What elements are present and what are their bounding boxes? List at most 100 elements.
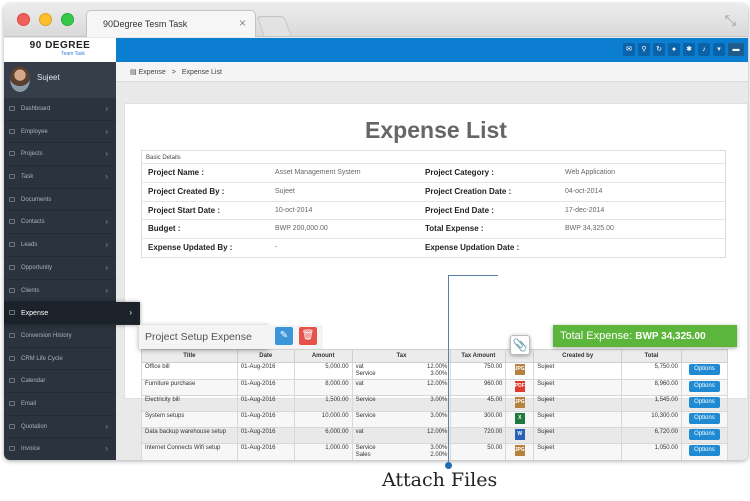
menu-item-icon [9, 264, 15, 270]
cell-date: 01-Aug-2016 [236, 362, 295, 380]
sidebar-item-quotation[interactable]: Quotation › [4, 416, 116, 439]
sidebar-item-crm-life-cycle[interactable]: CRM Life Cycle [4, 348, 116, 371]
minimize-window-button[interactable] [39, 13, 52, 26]
sidebar-item-task[interactable]: Task › [4, 166, 116, 189]
options-button[interactable]: Options [689, 413, 720, 424]
user-name: Sujeet [37, 73, 60, 82]
cell-title: Office bill [141, 362, 238, 380]
menu-item-icon [9, 151, 15, 157]
cell-tax-amount: 750.00 [450, 362, 507, 380]
sidebar-item-documents[interactable]: Documents [4, 189, 116, 212]
menu-item-icon [9, 310, 15, 316]
cell-created-by: Sujeet [533, 379, 623, 396]
jpg-file-icon[interactable]: JPG [514, 397, 525, 408]
detail-label: Project End Date : [425, 205, 494, 215]
sidebar-item-calendar[interactable]: Calendar [4, 370, 116, 393]
tax-percent: 12.00% [427, 381, 448, 387]
maximize-window-button[interactable] [61, 13, 74, 26]
options-button[interactable]: Options [689, 397, 720, 408]
mail-icon[interactable]: ✉ [623, 43, 635, 56]
tax-name: Service Sales [355, 445, 376, 458]
cell-amount: 5,000.00 [293, 362, 353, 380]
details-caption: Basic Details [146, 155, 181, 161]
table-row: Data backup warehouse setup 01-Aug-2016 6,… [141, 427, 729, 444]
total-expense-badge: Total Expense: BWP 34,325.00 [553, 325, 737, 347]
options-button[interactable]: Options [689, 445, 720, 456]
column-header: Tax Amount [450, 349, 507, 363]
top-bar: ✉ ⚲ ↻ ● ✱ ♪ ▾ ▬ [116, 38, 748, 62]
search-icon[interactable]: ⚲ [638, 43, 650, 56]
sidebar-item-label: Dashboard [21, 106, 51, 112]
breadcrumb-current: Expense List [181, 69, 222, 76]
tax-percent: 3.00% 2.00% [430, 445, 448, 458]
sidebar-item-employee[interactable]: Employee › [4, 121, 116, 144]
xls-file-icon[interactable]: X [514, 413, 525, 424]
dropdown-icon[interactable]: ▾ [713, 43, 725, 56]
cell-options: Options [680, 443, 729, 460]
sidebar-item-invoice[interactable]: Invoice › [4, 438, 116, 460]
detail-value: BWP 34,325.00 [565, 225, 614, 233]
sidebar-item-projects[interactable]: Projects › [4, 143, 116, 167]
location-icon[interactable]: ● [668, 43, 680, 56]
tax-percent: 12.00% 3.00% [427, 364, 448, 377]
delete-button[interactable]: 🗑 [299, 327, 317, 345]
settings-icon[interactable]: ✱ [683, 43, 695, 56]
table-row: System setups 01-Aug-2016 10,000.00 Service… [141, 411, 729, 428]
attach-files-callout: Attach Files [382, 469, 498, 491]
cell-options: Options [680, 395, 729, 412]
sidebar-item-label: Quotation [21, 423, 48, 430]
sidebar-item-contacts[interactable]: Contacts › [4, 211, 116, 235]
options-button[interactable]: Options [689, 381, 720, 392]
pdf-file-icon[interactable]: PDF [514, 381, 525, 392]
sidebar-item-clients[interactable]: Clients › [4, 280, 116, 303]
menu-item-icon [9, 423, 15, 429]
cell-title: Electricity bill [141, 395, 238, 412]
browser-tab[interactable]: 90Degree Tesm Task × [86, 10, 256, 37]
jpg-file-icon[interactable]: JPG [514, 445, 525, 456]
cell-title: System setups [141, 411, 238, 428]
cell-total: 6,720.00 [621, 427, 682, 444]
detail-label: Expense Updated By : [148, 243, 233, 253]
options-button[interactable]: Options [689, 364, 720, 375]
avatar [10, 66, 30, 92]
table-row: Internet Connects Wifi setup 01-Aug-2016 1… [141, 443, 729, 460]
sidebar-item-conversion-history[interactable]: Conversion History [4, 325, 116, 348]
sidebar-item-expense[interactable]: Expense › [4, 302, 140, 325]
cell-title: Furniture purchase [141, 379, 238, 396]
sidebar-item-dashboard[interactable]: Dashboard › [4, 98, 116, 121]
sidebar-item-leads[interactable]: Leads › [4, 234, 116, 257]
logo[interactable]: 90 DEGREE Team Task [4, 38, 116, 62]
tab-close-icon[interactable]: × [239, 16, 246, 30]
cell-created-by: Sujeet [533, 427, 623, 444]
bell-icon[interactable]: ♪ [698, 43, 710, 56]
sidebar-item-label: Task [21, 174, 34, 181]
table-row: Furniture purchase 01-Aug-2016 8,000.00 vat… [141, 379, 729, 396]
detail-value: Asset Management System [275, 169, 361, 176]
detail-row: Budget : BWP 200,000.00 Total Expense : BWP… [142, 219, 725, 238]
cell-tax-amount: 960.00 [450, 379, 507, 396]
attach-file-icon[interactable]: 📎 [510, 335, 530, 355]
detail-label: Project Created By : [148, 186, 225, 196]
fullscreen-icon[interactable]: ⤡ [725, 12, 736, 29]
jpg-file-icon[interactable]: JPG [514, 364, 525, 375]
edit-button[interactable]: ✎ [275, 327, 293, 345]
user-panel[interactable]: Sujeet [4, 62, 116, 98]
menu-item-icon [9, 287, 15, 293]
cell-amount: 1,500.00 [293, 395, 353, 412]
file-icon: ▤ [130, 69, 137, 76]
sidebar-item-email[interactable]: Email [4, 393, 116, 416]
sidebar-item-opportunity[interactable]: Opportunity › [4, 257, 116, 280]
chat-icon[interactable]: ▬ [728, 43, 744, 56]
callout-line [448, 275, 498, 276]
new-tab-button[interactable] [256, 16, 292, 36]
chevron-right-icon: › [105, 104, 108, 113]
doc-file-icon[interactable]: W [514, 429, 525, 440]
breadcrumb-root[interactable]: Expense [139, 69, 166, 76]
close-window-button[interactable] [17, 13, 30, 26]
detail-value: 17-dec-2014 [565, 206, 605, 214]
cell-date: 01-Aug-2016 [236, 411, 295, 428]
detail-row: Project Start Date : 10-oct-2014 Project E… [142, 200, 725, 220]
options-button[interactable]: Options [689, 429, 720, 440]
table-row: Electricity bill 01-Aug-2016 1,500.00 Servi… [141, 395, 729, 412]
history-icon[interactable]: ↻ [653, 43, 665, 56]
